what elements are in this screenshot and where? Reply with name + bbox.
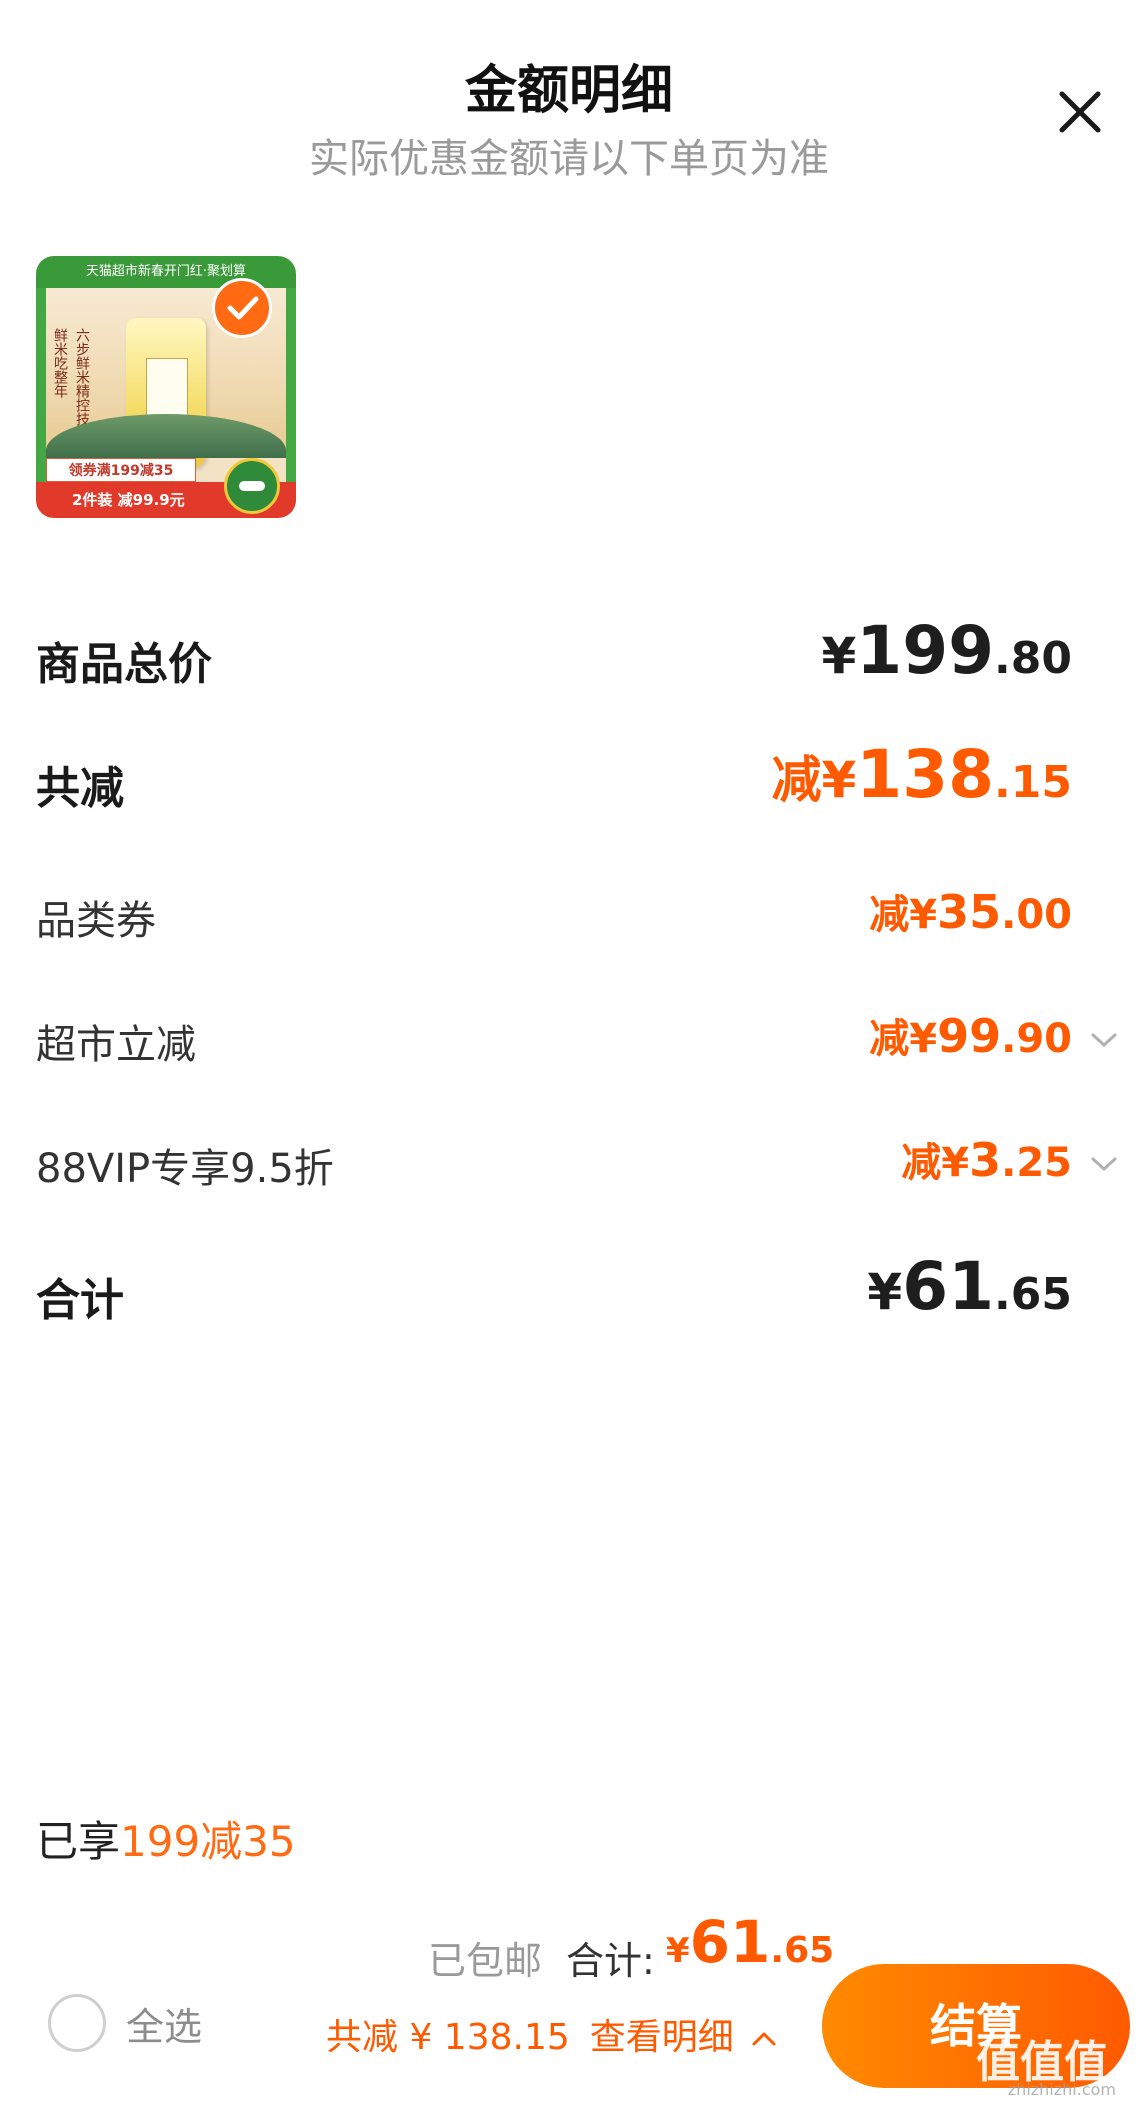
total-discount-value: 减¥138.15: [771, 736, 1072, 813]
supermarket-discount-dec: .90: [1001, 1016, 1072, 1062]
bottom-total-yen: ¥: [666, 1931, 690, 1971]
enjoyed-highlight: 199减35: [120, 1817, 296, 1866]
mascot-icon: [224, 458, 280, 514]
vip-discount-prefix: 减¥: [901, 1140, 970, 1186]
subtotal-label: 商品总价: [36, 639, 212, 690]
subtotal-value: ¥199.80: [821, 612, 1072, 689]
vip-discount-label: 88VIP专享9.5折: [36, 1146, 334, 1192]
total-int: 61: [902, 1248, 995, 1325]
supermarket-discount-prefix: 减¥: [869, 1016, 938, 1062]
enjoyed-prefix: 已享: [36, 1817, 121, 1866]
bottom-total-dec: .65: [770, 1930, 835, 1971]
total-discount-int: 138: [856, 736, 995, 813]
total-discount-label: 共减: [36, 763, 124, 814]
total-discount-prefix: 减¥: [771, 751, 857, 809]
subtotal-prefix: ¥: [821, 627, 857, 685]
saving-text: 共减 ¥ 138.15: [326, 2017, 570, 2058]
total-discount-dec: .15: [994, 757, 1072, 808]
product-select-checkbox[interactable]: [212, 278, 272, 338]
subtotal-dec: .80: [994, 633, 1072, 684]
vip-discount-dec: .25: [1001, 1140, 1072, 1186]
bottom-total-int: 61: [689, 1908, 771, 1976]
vip-discount-value[interactable]: 减¥3.25: [901, 1130, 1072, 1188]
supermarket-discount-label: 超市立减: [36, 1022, 196, 1068]
details-link-label: 查看明细: [589, 2017, 734, 2058]
checkmark-icon: [227, 296, 259, 320]
total-value: ¥61.65: [867, 1248, 1072, 1325]
view-details-link[interactable]: 共减 ¥ 138.15 查看明细: [326, 2008, 777, 2060]
product-thumbnail[interactable]: 天猫超市新春开门红·聚划算 鲜米吃整年 六步鲜米精控技术 领券满199减35 2…: [36, 256, 296, 518]
supermarket-discount-value[interactable]: 减¥99.90: [869, 1006, 1072, 1064]
category-coupon-prefix: 减¥: [869, 892, 938, 938]
total-dec: .65: [994, 1269, 1072, 1320]
bottom-total-value: ¥61.65: [666, 1908, 834, 1976]
select-all-label[interactable]: 全选: [126, 1996, 202, 2051]
page-subtitle: 实际优惠金额请以下单页为准: [309, 136, 829, 182]
category-coupon-int: 35: [937, 885, 1002, 939]
category-coupon-value: 减¥35.00: [869, 882, 1072, 940]
chevron-down-icon[interactable]: [1090, 1030, 1118, 1050]
vip-discount-int: 3: [969, 1133, 1002, 1187]
chevron-up-icon: [752, 2032, 776, 2046]
subtotal-int: 199: [856, 612, 995, 689]
chevron-down-icon[interactable]: [1090, 1154, 1118, 1174]
product-coupon-tag: 领券满199减35: [46, 458, 196, 482]
select-all-radio[interactable]: [48, 1994, 106, 2052]
enjoyed-promo: 已享199减35: [36, 1808, 296, 1869]
page-title: 金额明细: [464, 61, 673, 121]
category-coupon-label: 品类券: [36, 898, 156, 944]
free-shipping-label: 已包邮: [428, 1939, 543, 1983]
total-label: 合计: [36, 1275, 124, 1326]
watermark-url: zhizhizhi.com: [1007, 2080, 1116, 2099]
close-icon: [1059, 91, 1101, 133]
product-frame-left: [36, 288, 46, 482]
supermarket-discount-int: 99: [937, 1009, 1002, 1063]
close-button[interactable]: [1050, 82, 1110, 142]
total-prefix: ¥: [867, 1263, 903, 1321]
bottom-total-label: 合计:: [566, 1939, 655, 1983]
category-coupon-dec: .00: [1001, 892, 1072, 938]
product-frame-right: [286, 288, 296, 482]
product-vertical-text-1: 鲜米吃整年: [52, 328, 68, 398]
